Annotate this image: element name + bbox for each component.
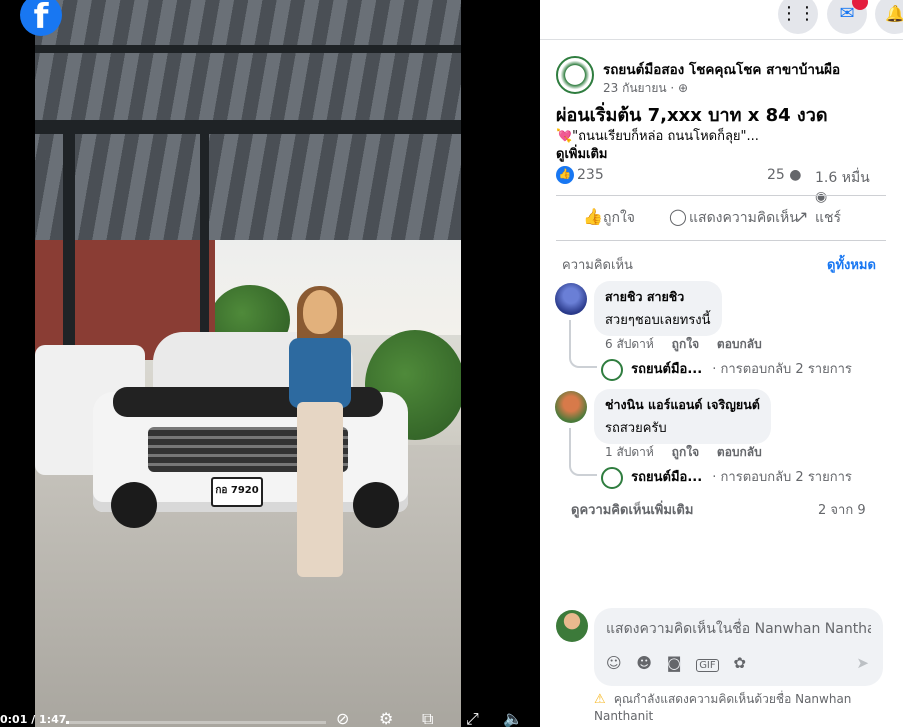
video-frame[interactable]: กอ 7920 — [35, 0, 461, 727]
fullscreen-icon[interactable]: ⤢ — [466, 709, 479, 727]
comment-icon: ◯ — [669, 207, 687, 226]
share-icon: ↗ — [795, 207, 809, 226]
comments-header: ความคิดเห็น — [562, 258, 633, 273]
roof-beam — [35, 45, 461, 53]
reply-thread-line — [569, 428, 597, 476]
settings-gear-icon[interactable]: ⚙ — [379, 709, 393, 727]
comment-pagination: 2 จาก 9 — [818, 503, 866, 518]
like-button[interactable]: 👍ถูกใจ — [583, 207, 635, 229]
reply-summary[interactable]: รถยนต์มือ... · การตอบกลับ 2 รายการ — [601, 358, 852, 381]
comment-like-link[interactable]: ถูกใจ — [672, 337, 699, 351]
page-mini-avatar — [601, 358, 623, 381]
emoji-icon[interactable]: ☻ — [636, 654, 652, 672]
license-plate: กอ 7920 — [211, 477, 263, 507]
picture-in-picture-icon[interactable]: ⧉ — [422, 709, 433, 727]
camera-icon[interactable]: ◙ — [667, 654, 682, 672]
top-navigation: ⋮⋮ ✉ 🔔 — [540, 0, 903, 40]
composer-toolbar: ☺ ☻ ◙ GIF ✿ — [606, 654, 756, 672]
video-player[interactable]: กอ 7920 f 0:01 / 1:47 ⊘ ⚙ ⧉ ⤢ 🔈 — [0, 0, 540, 727]
bell-icon[interactable]: 🔔 — [875, 0, 903, 34]
post-date[interactable]: 23 กันยายน · ⊕ — [603, 79, 688, 98]
comment-button[interactable]: ◯ แสดงความคิดเห็น — [669, 207, 799, 229]
video-controls: 0:01 / 1:47 ⊘ ⚙ ⧉ ⤢ 🔈 — [0, 704, 540, 727]
eye-icon: ◉ — [815, 189, 828, 205]
comment-bubble: สายชิว สายชิว สวยๆชอบเลยทรงนี้ — [594, 281, 722, 336]
comment-meta: 1 สัปดาห์ ถูกใจ ตอบกลับ — [605, 443, 776, 462]
roof-beam — [35, 120, 461, 134]
share-button[interactable]: ↗ แชร์ — [795, 207, 841, 229]
presenter-head — [303, 290, 337, 334]
support-pillar — [63, 120, 75, 350]
reaction-summary: 👍 235 25 ● 1.6 หมื่น ◉ — [556, 166, 886, 205]
comment-time[interactable]: 6 สัปดาห์ — [605, 337, 654, 351]
gif-icon[interactable]: GIF — [696, 659, 719, 672]
white-pickup-truck: กอ 7920 — [93, 332, 408, 528]
comment-input[interactable]: แสดงความคิดเห็นในชื่อ Nanwhan Nanthanit — [606, 618, 871, 640]
presenter-pants — [297, 402, 343, 577]
support-pillar — [200, 130, 209, 340]
comment-time[interactable]: 1 สัปดาห์ — [605, 445, 654, 459]
video-progress-bar[interactable] — [66, 721, 326, 724]
divider — [556, 240, 886, 241]
truck-wheel — [111, 482, 157, 528]
send-icon[interactable]: ➤ — [856, 654, 869, 672]
comment-meta: 6 สัปดาห์ ถูกใจ ตอบกลับ — [605, 335, 776, 354]
like-count[interactable]: 235 — [577, 167, 604, 183]
comment-text: รถสวยครับ — [605, 421, 667, 436]
divider — [556, 195, 886, 196]
reply-summary[interactable]: รถยนต์มือ... · การตอบกลับ 2 รายการ — [601, 466, 852, 489]
commenter-name[interactable]: สายชิว สายชิว — [605, 287, 711, 307]
more-comments-link[interactable]: ดูความคิดเห็นเพิ่มเติม — [571, 499, 693, 520]
comment-warning: ⚠ คุณกำลังแสดงความคิดเห็นด้วยชื่อ Nanwha… — [594, 692, 852, 723]
comment-bubble: ช่างนิน แอร์แอนด์ เจริญยนต์ รถสวยครับ — [594, 389, 771, 444]
presenter-shirt — [289, 338, 351, 408]
commenter-avatar[interactable] — [555, 283, 587, 315]
like-reaction-icon[interactable]: 👍 — [556, 166, 574, 184]
comment-bubble-icon: ● — [789, 167, 802, 183]
page-name[interactable]: รถยนต์มือสอง โชคคุณโชค สาขาบ้านผือ — [603, 58, 840, 80]
comment-reply-link[interactable]: ตอบกลับ — [717, 337, 762, 351]
video-time: 0:01 / 1:47 — [0, 713, 67, 726]
comment-like-link[interactable]: ถูกใจ — [672, 445, 699, 459]
comment-composer[interactable]: แสดงความคิดเห็นในชื่อ Nanwhan Nanthanit … — [594, 608, 883, 686]
page-avatar[interactable] — [556, 56, 594, 94]
commenter-avatar[interactable] — [555, 391, 587, 423]
comment-text: สวยๆชอบเลยทรงนี้ — [605, 313, 711, 328]
captions-off-icon[interactable]: ⊘ — [336, 709, 349, 727]
see-all-comments-link[interactable]: ดูทั้งหมด — [827, 254, 876, 275]
presenter — [283, 286, 353, 590]
reply-thread-line — [569, 320, 597, 368]
page-mini-avatar — [601, 466, 623, 489]
truck-wheel — [353, 482, 399, 528]
see-more-link[interactable]: ดูเพิ่มเติม — [556, 143, 607, 164]
comment-count[interactable]: 25 ● — [767, 167, 802, 183]
comment-reply-link[interactable]: ตอบกลับ — [717, 445, 762, 459]
avatar-sticker-icon[interactable]: ☺ — [606, 654, 622, 672]
warning-icon: ⚠ — [594, 692, 606, 707]
commenter-name[interactable]: ช่างนิน แอร์แอนด์ เจริญยนต์ — [605, 395, 760, 415]
thumbs-up-icon: 👍 — [583, 207, 603, 226]
user-avatar[interactable] — [556, 610, 588, 642]
sticker-icon[interactable]: ✿ — [733, 654, 746, 672]
video-progress-fill — [66, 721, 69, 724]
grid-menu-icon[interactable]: ⋮⋮ — [778, 0, 818, 34]
view-count: 1.6 หมื่น ◉ — [815, 170, 870, 205]
volume-icon[interactable]: 🔈 — [503, 709, 523, 727]
